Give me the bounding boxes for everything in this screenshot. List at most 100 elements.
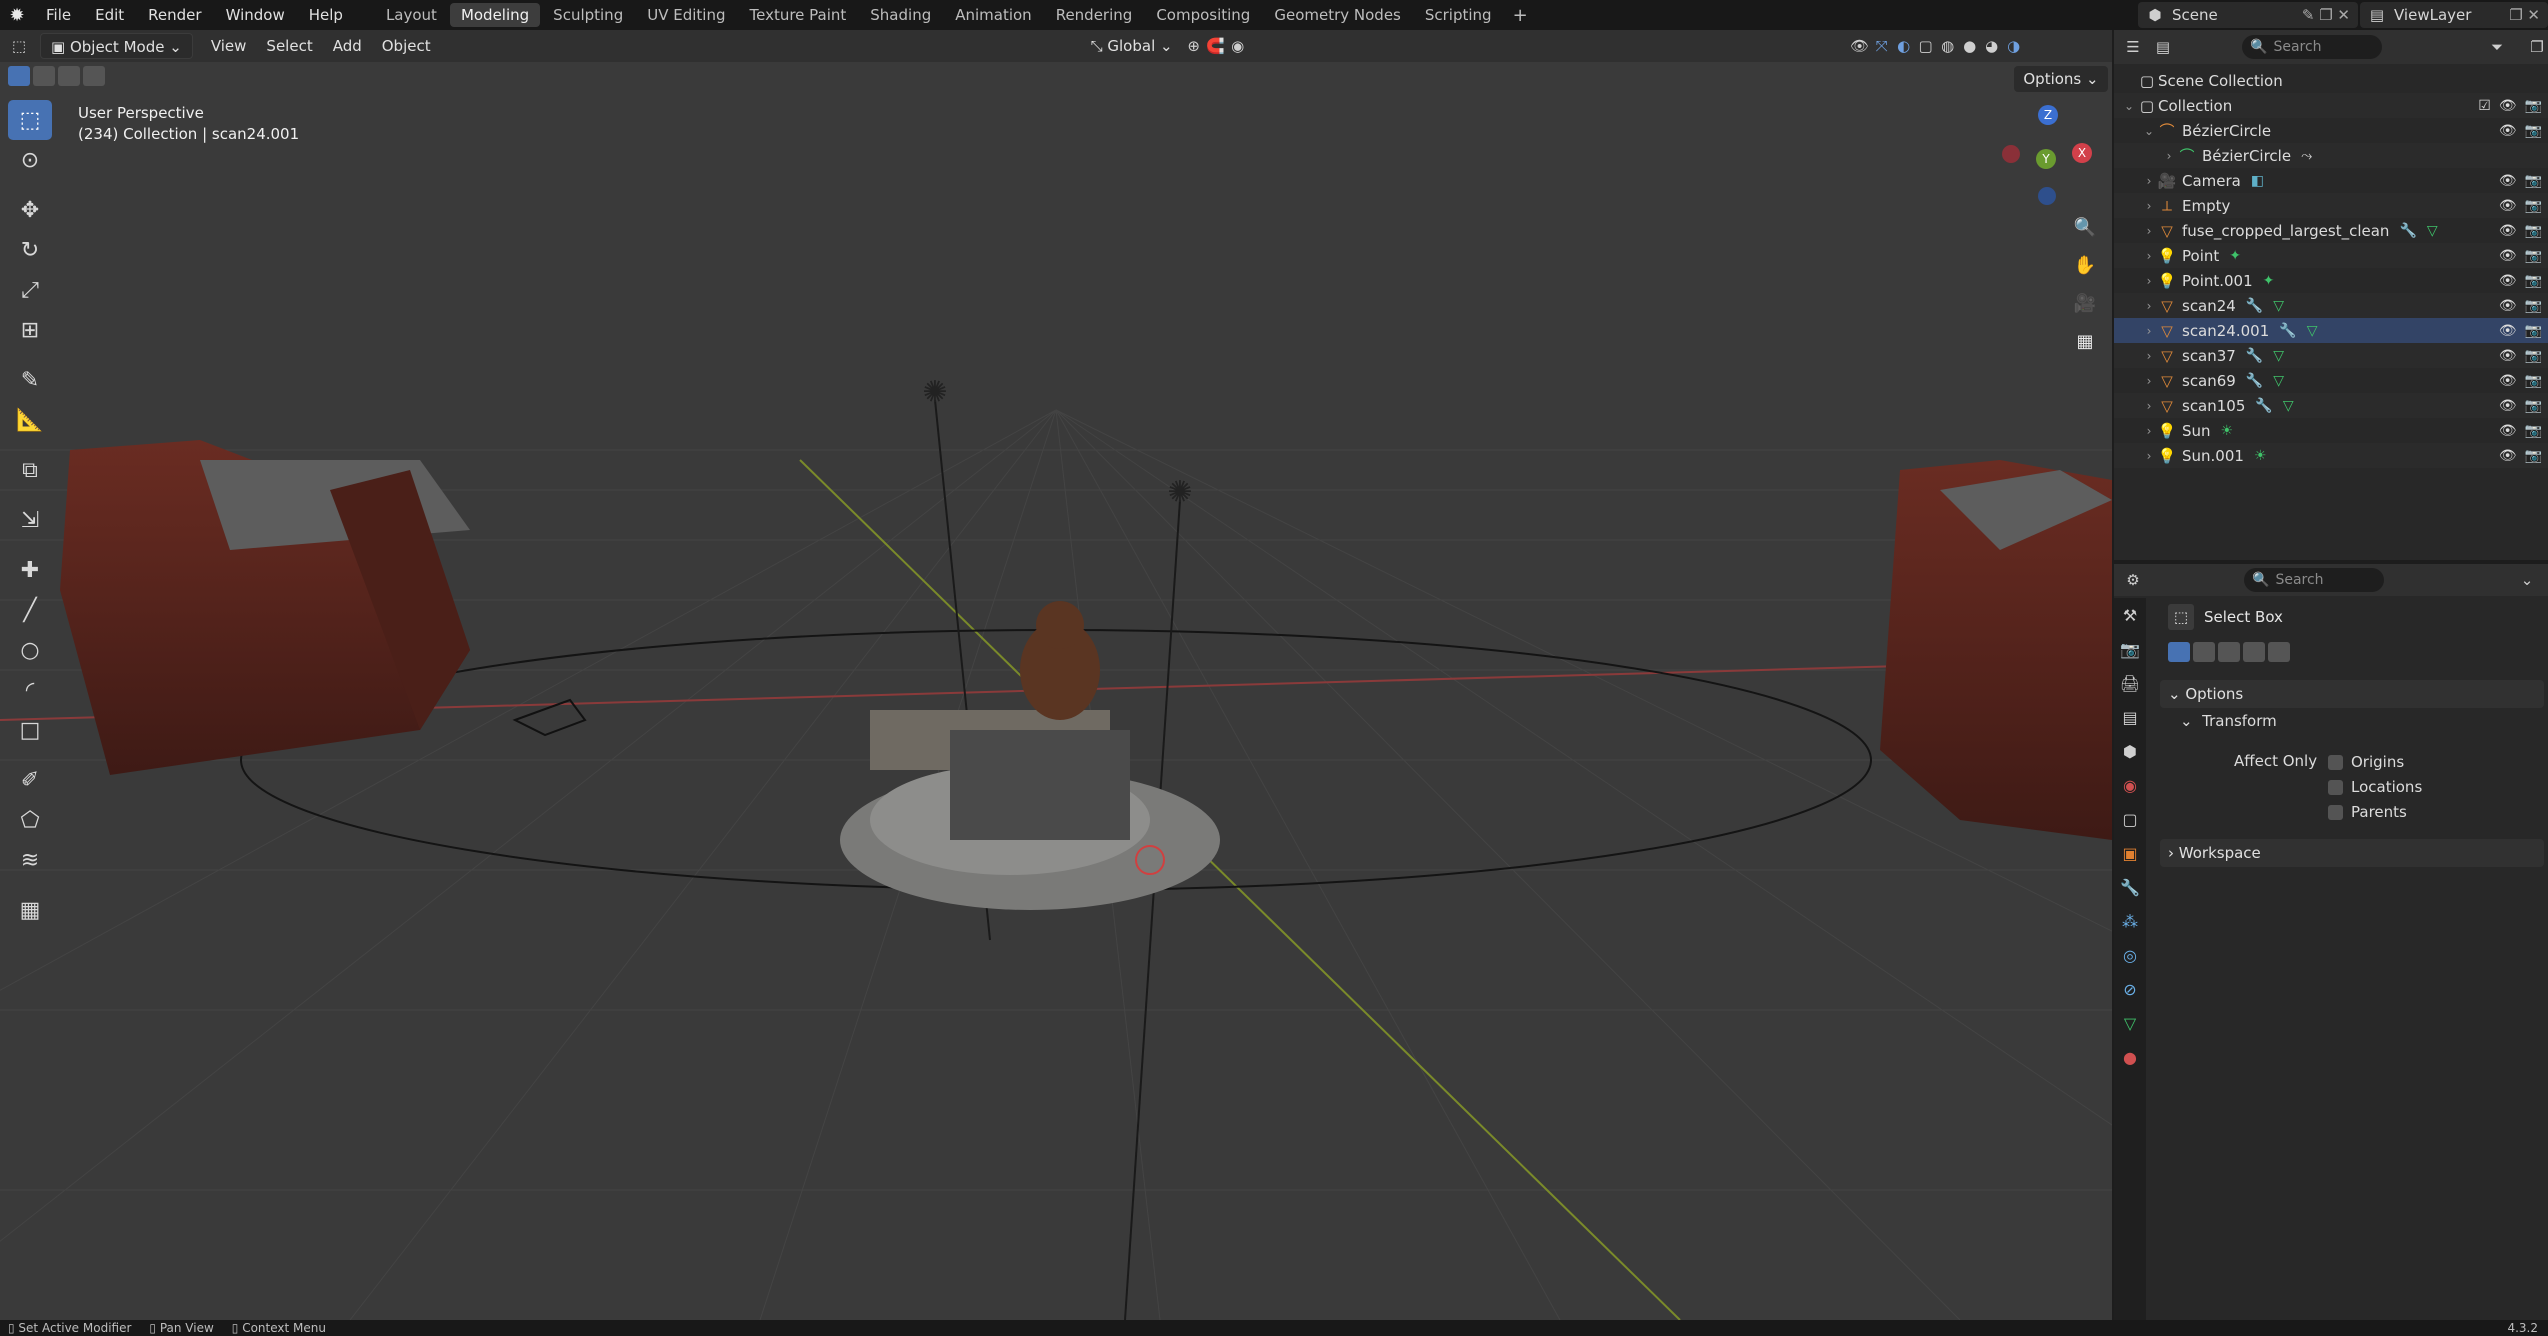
filter-icon[interactable]: ⏷: [2486, 38, 2508, 56]
menu-render[interactable]: Render: [136, 0, 213, 30]
outliner-item[interactable]: › ▽ scan24.001 🔧 ▽ 👁 📷: [2114, 318, 2548, 343]
tab-texture-paint[interactable]: Texture Paint: [738, 3, 857, 27]
mesh-data-icon[interactable]: ▽: [2307, 323, 2318, 339]
pin-icon[interactable]: ✎ ❐ ✕: [2302, 6, 2350, 24]
outliner-item[interactable]: › ⟂ Empty 👁 📷: [2114, 193, 2548, 218]
render-camera-icon[interactable]: 📷: [2525, 298, 2542, 314]
render-camera-icon[interactable]: 📷: [2525, 98, 2542, 114]
sun-data-icon[interactable]: ☀: [2221, 423, 2234, 439]
select-new-icon[interactable]: [8, 66, 30, 86]
pan-hand-icon[interactable]: ✋: [2068, 248, 2102, 282]
eye-icon[interactable]: 👁: [2499, 373, 2517, 389]
tab-uv-editing[interactable]: UV Editing: [636, 3, 736, 27]
render-camera-icon[interactable]: 📷: [2525, 198, 2542, 214]
eye-icon[interactable]: 👁: [2499, 423, 2517, 439]
select-subtract-icon[interactable]: [58, 66, 80, 86]
eye-icon[interactable]: 👁: [2499, 98, 2517, 114]
transform-subpanel-header[interactable]: ⌄ Transform: [2180, 712, 2277, 730]
tab-modeling[interactable]: Modeling: [449, 3, 541, 27]
eye-icon[interactable]: 👁: [2499, 123, 2517, 139]
eye-icon[interactable]: 👁: [2499, 248, 2517, 264]
light-data-icon[interactable]: ✦: [2263, 273, 2275, 289]
outliner-item[interactable]: › 💡 Point ✦ 👁 📷: [2114, 243, 2548, 268]
measure-tool-icon[interactable]: 📐: [8, 400, 52, 440]
gizmo-x-axis[interactable]: X: [2072, 143, 2092, 163]
rendered-shading-icon[interactable]: ◑: [2003, 37, 2025, 55]
rotate-tool-icon[interactable]: ↻: [8, 230, 52, 270]
add-box-tool-icon[interactable]: □: [8, 710, 52, 750]
scene-collection-row[interactable]: ▢ Scene Collection: [2114, 68, 2548, 93]
eye-icon[interactable]: 👁: [2499, 273, 2517, 289]
chevron-right-icon[interactable]: ›: [2142, 299, 2156, 313]
output-tab-icon[interactable]: 🖨: [2114, 666, 2146, 700]
tab-sculpting[interactable]: Sculpting: [542, 3, 634, 27]
checkbox-origins[interactable]: Origins: [2328, 753, 2404, 771]
gizmo-neg-z[interactable]: [2038, 187, 2056, 205]
chevron-right-icon[interactable]: ›: [2142, 274, 2156, 288]
outliner-item[interactable]: › ▽ scan24 🔧 ▽ 👁 📷: [2114, 293, 2548, 318]
chevron-down-icon[interactable]: ⌄: [2142, 124, 2156, 138]
add-grid-tool-icon[interactable]: ▦: [8, 890, 52, 930]
mesh-data-icon[interactable]: ▽: [2273, 348, 2284, 364]
view-layer-tab-icon[interactable]: ▤: [2114, 700, 2146, 734]
tab-rendering[interactable]: Rendering: [1045, 3, 1144, 27]
mesh-data-icon[interactable]: ▽: [2283, 398, 2294, 414]
chevron-right-icon[interactable]: ›: [2142, 424, 2156, 438]
mode-selector[interactable]: ▣ Object Mode ⌄: [40, 33, 193, 59]
mode-extend-icon[interactable]: [2193, 642, 2215, 662]
viewport-options-button[interactable]: Options ⌄: [2014, 66, 2108, 92]
modifier-wrench-icon[interactable]: 🔧: [2255, 398, 2272, 414]
mode-difference-icon[interactable]: [2243, 642, 2265, 662]
expand-icon[interactable]: ⌄: [2122, 99, 2136, 113]
chevron-right-icon[interactable]: ›: [2142, 374, 2156, 388]
tab-shading[interactable]: Shading: [859, 3, 942, 27]
polygon-tool-icon[interactable]: ⬠: [8, 800, 52, 840]
modifier-wrench-icon[interactable]: 🔧: [2246, 298, 2263, 314]
add-circle-tool-icon[interactable]: ○: [8, 630, 52, 670]
zoom-icon[interactable]: 🔍: [2068, 210, 2102, 244]
3d-viewport[interactable]: ✺ ✺: [0, 30, 2112, 1320]
outliner-item[interactable]: › ▽ scan105 🔧 ▽ 👁 📷: [2114, 393, 2548, 418]
viewport-menu-view[interactable]: View: [201, 33, 257, 59]
camera-view-icon[interactable]: 🎥: [2068, 286, 2102, 320]
transform-orientation-selector[interactable]: ⤡ Global ⌄: [1081, 33, 1183, 59]
curve-tool-icon[interactable]: ≋: [8, 840, 52, 880]
scale-tool-icon[interactable]: ⤢: [8, 270, 52, 310]
tool-tab-icon[interactable]: ⚒: [2114, 598, 2146, 632]
select-box-icon[interactable]: ⬚: [2168, 604, 2194, 630]
outliner-item[interactable]: › ▽ scan69 🔧 ▽ 👁 📷: [2114, 368, 2548, 393]
render-camera-icon[interactable]: 📷: [2525, 448, 2542, 464]
tab-geometry-nodes[interactable]: Geometry Nodes: [1263, 3, 1412, 27]
sun-data-icon[interactable]: ☀: [2254, 448, 2267, 464]
light-data-icon[interactable]: ✦: [2229, 248, 2241, 264]
outliner-item[interactable]: › ▽ scan37 🔧 ▽ 👁 📷: [2114, 343, 2548, 368]
navigation-gizmo[interactable]: Z Y X: [2000, 105, 2100, 205]
viewport-menu-object[interactable]: Object: [372, 33, 441, 59]
chevron-right-icon[interactable]: ›: [2162, 149, 2176, 163]
viewport-menu-select[interactable]: Select: [256, 33, 322, 59]
overlay-toggle-icon[interactable]: ◐: [1893, 37, 1915, 55]
modifier-wrench-icon[interactable]: 🔧: [2279, 323, 2296, 339]
checkbox-icon[interactable]: [2328, 804, 2343, 820]
checkbox-parents[interactable]: Parents: [2328, 803, 2407, 821]
solid-shading-icon[interactable]: ●: [1959, 37, 1981, 55]
mode-new-icon[interactable]: [2168, 642, 2190, 662]
collection-tab-icon[interactable]: ▢: [2114, 802, 2146, 836]
particles-tab-icon[interactable]: ⁂: [2114, 904, 2146, 938]
eye-icon[interactable]: 👁: [2499, 398, 2517, 414]
modifier-wrench-icon[interactable]: 🔧: [2399, 223, 2416, 239]
mesh-data-icon[interactable]: ▽: [2273, 373, 2284, 389]
eye-icon[interactable]: 👁: [2499, 173, 2517, 189]
chevron-right-icon[interactable]: ›: [2142, 199, 2156, 213]
modifier-tab-icon[interactable]: 🔧: [2114, 870, 2146, 904]
perspective-toggle-icon[interactable]: ▦: [2068, 324, 2102, 358]
tab-compositing[interactable]: Compositing: [1145, 3, 1261, 27]
tab-scripting[interactable]: Scripting: [1414, 3, 1503, 27]
mode-subtract-icon[interactable]: [2218, 642, 2240, 662]
outliner-item[interactable]: › 💡 Sun.001 ☀ 👁 📷: [2114, 443, 2548, 468]
render-camera-icon[interactable]: 📷: [2525, 273, 2542, 289]
chevron-right-icon[interactable]: ›: [2142, 174, 2156, 188]
menu-file[interactable]: File: [34, 0, 83, 30]
cursor-tool-icon[interactable]: ⊙: [8, 140, 52, 180]
select-intersect-icon[interactable]: [83, 66, 105, 86]
